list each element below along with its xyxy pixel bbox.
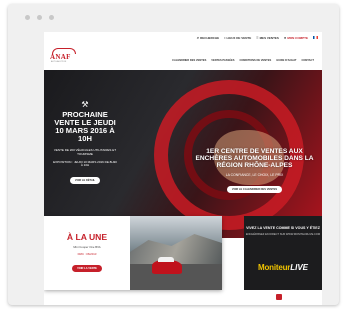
french-flag-icon[interactable] xyxy=(313,36,318,39)
exposition-info: EXPOSITION : JEUDI 10 MARS 2016 DE 8H30 … xyxy=(53,159,117,168)
calendar-icon[interactable] xyxy=(276,294,282,300)
featured-info: À LA UNE Mini Cooper One BVA DMC : 06/20… xyxy=(44,216,130,290)
account-link[interactable]: ● MON COMPTE xyxy=(284,35,308,40)
window-control-dot[interactable] xyxy=(25,15,30,20)
logo-text: ANAF xyxy=(50,53,71,61)
search-link-label: RECHERCHE xyxy=(200,35,220,40)
live-auction-card[interactable]: VIVEZ LA VENTE COMME SI VOUS Y ÉTIEZ ENC… xyxy=(244,216,322,290)
search-link[interactable]: ⌕ RECHERCHE xyxy=(197,35,219,40)
my-sales-link[interactable]: ≡ MES VENTES xyxy=(256,35,279,40)
mini-roof-graphic xyxy=(158,257,174,262)
logo-subtitle: AUTO-AUCTION xyxy=(51,61,67,63)
view-calendar-button[interactable]: VOIR LE CALENDRIER DES VENTES xyxy=(226,186,283,193)
sale-description: VENTE DE 200 VÉHICULES UTILITAIRES ET TO… xyxy=(53,148,117,156)
browser-window: ⌕ RECHERCHE • LIEUX DE VENTE ≡ MES VENTES ●… xyxy=(8,4,339,305)
hero-right-headline: 1ER CENTRE DE VENTES AUX ENCHÈRES AUTOMO… xyxy=(195,148,314,169)
featured-car-image[interactable] xyxy=(130,216,222,290)
site-logo[interactable]: ANAF AUTO-AUCTION xyxy=(50,48,80,64)
nav-item-past-sales[interactable]: VENTES PASSÉES xyxy=(211,59,234,62)
moniteur-text: Moniteur xyxy=(258,262,291,272)
featured-meta: DMC : 06/2013 xyxy=(77,251,97,256)
live-title: VIVEZ LA VENTE COMME SI VOUS Y ÉTIEZ xyxy=(246,226,320,230)
featured-card: À LA UNE Mini Cooper One BVA DMC : 06/20… xyxy=(44,216,222,290)
window-control-dot[interactable] xyxy=(49,15,54,20)
hero-tagline: LA CONFIANCE, LE CHOIX, LE PRIX xyxy=(225,173,284,177)
webpage: ⌕ RECHERCHE • LIEUX DE VENTE ≡ MES VENTES ●… xyxy=(44,32,322,305)
next-sale-headline: PROCHAINE VENTE LE JEUDI 10 MARS 2016 À … xyxy=(54,110,116,143)
site-header: ANAF AUTO-AUCTION CALENDRIER DES VENTES … xyxy=(44,43,322,69)
featured-text: Mini Cooper One BVA xyxy=(73,245,101,249)
mountain-graphic xyxy=(130,234,222,264)
list-icon: ≡ xyxy=(256,35,259,40)
my-sales-link-label: MES VENTES xyxy=(259,35,279,40)
search-icon: ⌕ xyxy=(196,35,200,40)
nav-item-conditions[interactable]: CONDITIONS DE VENTES xyxy=(239,59,271,62)
window-control-dot[interactable] xyxy=(37,15,42,20)
nav-item-calendar[interactable]: CALENDRIER DES VENTES xyxy=(172,59,206,62)
next-sale-panel: ⚒ PROCHAINE VENTE LE JEUDI 10 MARS 2016 … xyxy=(52,100,118,186)
hero-banner: ⚒ PROCHAINE VENTE LE JEUDI 10 MARS 2016 … xyxy=(44,70,322,238)
nav-item-guide[interactable]: GUIDE D'ACHAT xyxy=(276,59,296,62)
account-link-label: MON COMPTE xyxy=(287,35,308,40)
mini-car-graphic xyxy=(152,257,182,274)
view-detail-button[interactable]: VOIR LE DÉTAIL xyxy=(69,177,101,185)
user-icon: ● xyxy=(283,35,287,40)
view-sale-button[interactable]: VOIR LA VENTE xyxy=(72,264,102,272)
locations-link-label: LIEUX DE VENTE xyxy=(226,35,252,40)
gavel-icon: ⚒ xyxy=(81,100,89,109)
featured-title: À LA UNE xyxy=(66,232,108,242)
main-nav: CALENDRIER DES VENTES VENTES PASSÉES CON… xyxy=(172,59,314,62)
locations-link[interactable]: • LIEUX DE VENTE xyxy=(224,35,251,40)
moniteur-live-logo[interactable]: Moniteur LIVE xyxy=(244,260,322,274)
nav-item-contact[interactable]: CONTACT xyxy=(302,59,315,62)
pin-icon: • xyxy=(224,35,226,40)
browser-chrome xyxy=(8,4,339,30)
utility-bar: ⌕ RECHERCHE • LIEUX DE VENTE ≡ MES VENTES ●… xyxy=(44,32,322,43)
live-text: ENCHÉRISSEZ EN DIRECT SUR WWW.MONITEURLI… xyxy=(245,233,321,237)
hero-tagline-panel: 1ER CENTRE DE VENTES AUX ENCHÈRES AUTOMO… xyxy=(192,148,317,195)
live-text-logo: LIVE xyxy=(290,262,308,272)
